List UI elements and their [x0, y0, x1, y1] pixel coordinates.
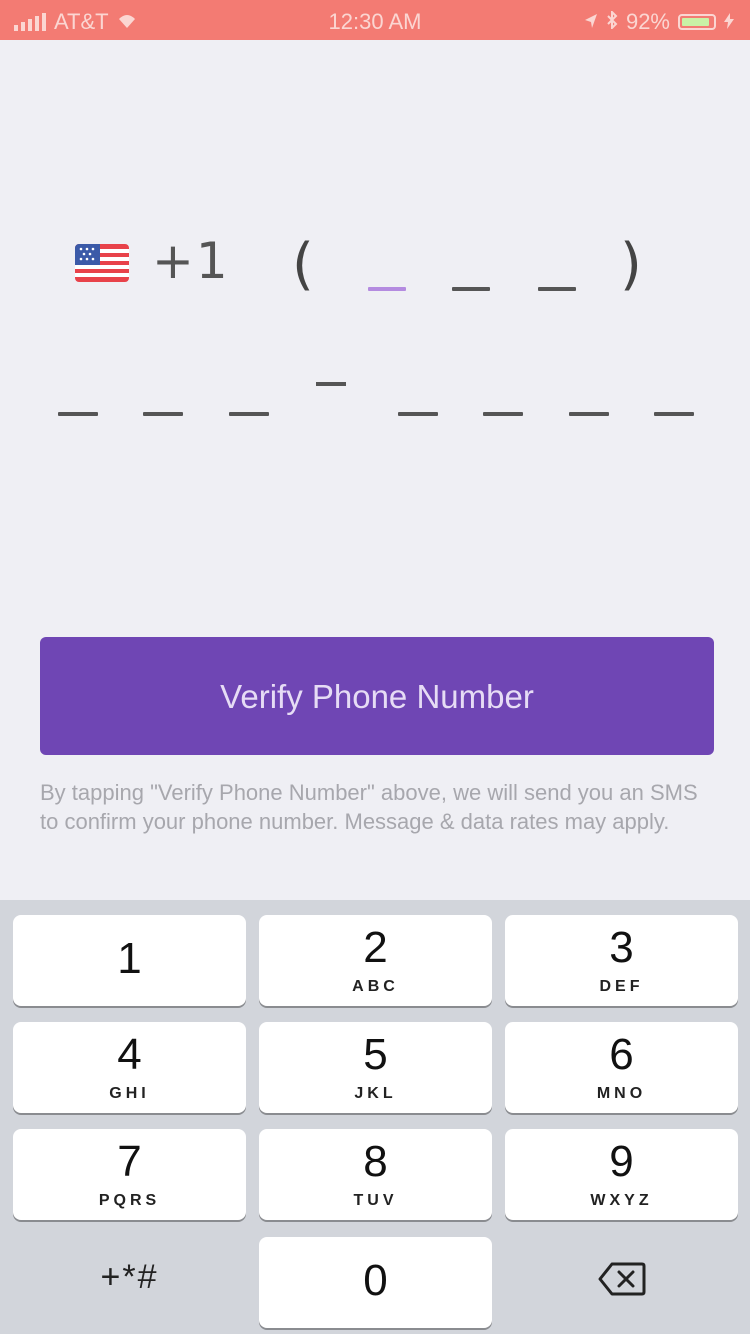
- key-6[interactable]: 6 MNO: [505, 1022, 738, 1113]
- battery-percent: 92%: [625, 9, 670, 34]
- key-4[interactable]: 4 GHI: [13, 1022, 246, 1113]
- status-right: 92%: [584, 9, 734, 35]
- key-letters: WXYZ: [590, 1192, 653, 1209]
- key-digit: 2: [363, 923, 388, 972]
- digit-slot-7[interactable]: [398, 412, 438, 416]
- key-letters: TUV: [353, 1192, 398, 1209]
- key-3[interactable]: 3 DEF: [505, 915, 738, 1006]
- symbols-key[interactable]: +*#: [13, 1232, 246, 1323]
- key-letters: PQRS: [98, 1192, 161, 1209]
- digit-slot-2[interactable]: [452, 287, 490, 291]
- digit-slot-6[interactable]: [229, 412, 269, 416]
- battery-icon: [678, 14, 716, 30]
- key-digit: 1: [117, 934, 142, 983]
- digit-slot-1[interactable]: [368, 287, 406, 291]
- key-digit: 0: [363, 1256, 388, 1305]
- key-letters: MNO: [596, 1085, 647, 1102]
- numeric-keypad: 1 2 ABC 3 DEF 4 GHI 5 JKL 6 MNO 7 PQRS 8…: [0, 900, 750, 1334]
- delete-key[interactable]: [505, 1232, 738, 1323]
- digit-slot-8[interactable]: [483, 412, 523, 416]
- symbols-label: +*#: [100, 1258, 159, 1296]
- key-5[interactable]: 5 JKL: [259, 1022, 492, 1113]
- us-flag-icon[interactable]: [75, 244, 129, 282]
- sms-disclaimer: By tapping "Verify Phone Number" above, …: [40, 780, 698, 834]
- backspace-icon: [598, 1262, 646, 1301]
- key-7[interactable]: 7 PQRS: [13, 1129, 246, 1220]
- key-digit: 5: [363, 1030, 388, 1079]
- key-2[interactable]: 2 ABC: [259, 915, 492, 1006]
- bluetooth-icon: [606, 9, 618, 35]
- key-letters: GHI: [109, 1085, 150, 1102]
- key-digit: 9: [609, 1137, 634, 1186]
- country-code[interactable]: +1: [152, 232, 230, 290]
- key-digit: 8: [363, 1137, 388, 1186]
- digit-slot-3[interactable]: [538, 287, 576, 291]
- key-letters: JKL: [354, 1085, 397, 1102]
- key-digit: 6: [609, 1030, 634, 1079]
- number-separator-dash: [316, 382, 346, 386]
- key-letters: DEF: [599, 978, 644, 995]
- key-digit: 4: [117, 1030, 142, 1079]
- key-digit: 7: [117, 1137, 142, 1186]
- key-9[interactable]: 9 WXYZ: [505, 1129, 738, 1220]
- status-bar: AT&T 12:30 AM 92%: [0, 0, 750, 40]
- verify-phone-number-button[interactable]: Verify Phone Number: [40, 637, 714, 755]
- charging-icon: [724, 9, 734, 35]
- digit-slot-4[interactable]: [58, 412, 98, 416]
- key-0[interactable]: 0: [259, 1237, 492, 1328]
- open-paren: (: [292, 232, 314, 297]
- digit-slot-9[interactable]: [569, 412, 609, 416]
- location-icon: [584, 9, 598, 35]
- key-1[interactable]: 1: [13, 915, 246, 1006]
- key-letters: ABC: [352, 978, 399, 995]
- digit-slot-5[interactable]: [143, 412, 183, 416]
- key-8[interactable]: 8 TUV: [259, 1129, 492, 1220]
- digit-slot-10[interactable]: [654, 412, 694, 416]
- close-paren: ): [620, 232, 642, 297]
- key-digit: 3: [609, 923, 634, 972]
